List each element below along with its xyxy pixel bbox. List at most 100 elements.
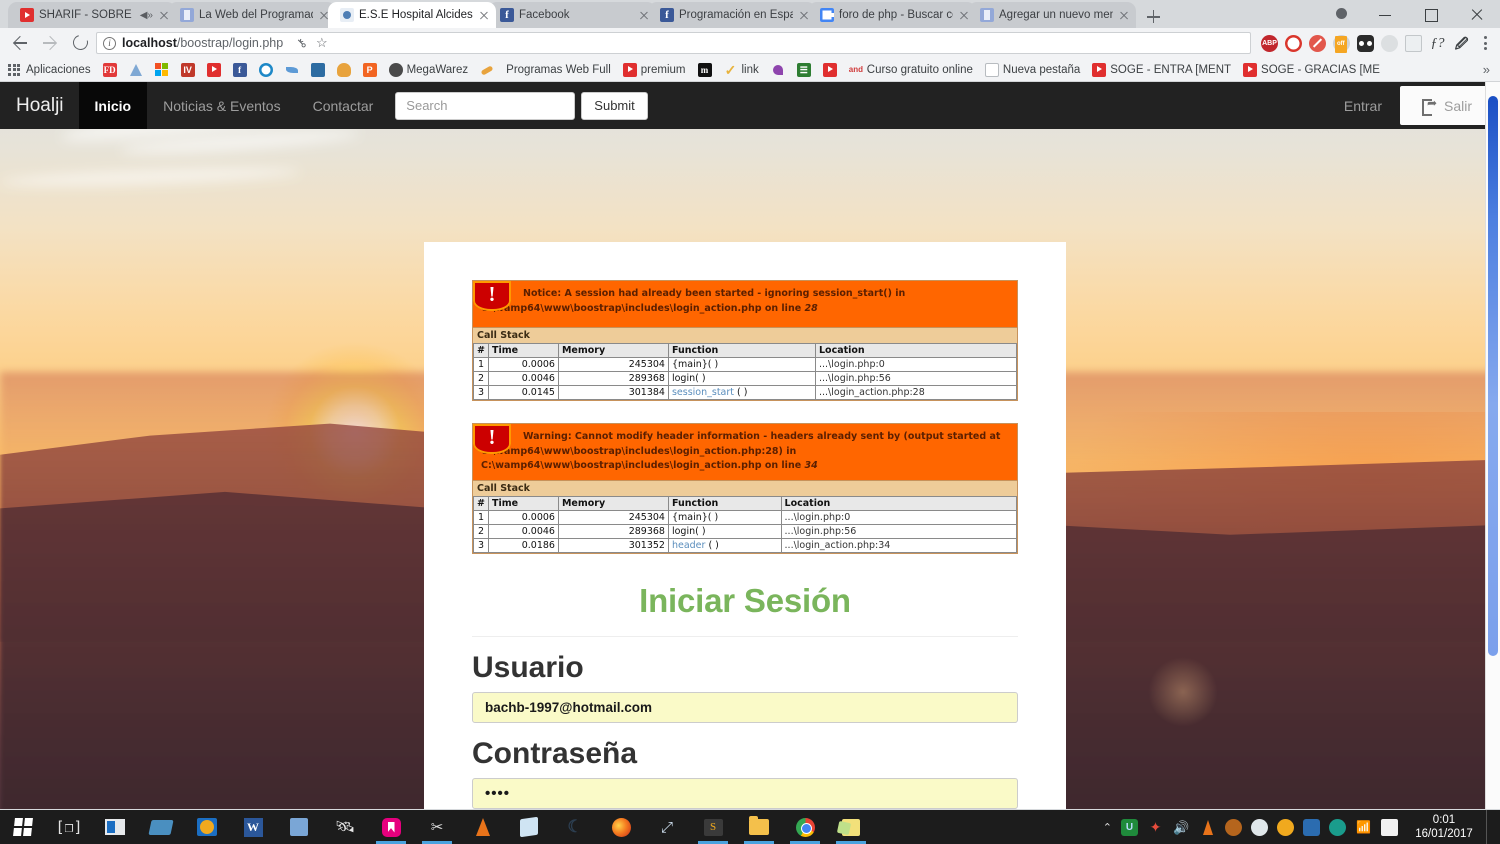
minimize-button[interactable] [1362,0,1408,28]
f-question-icon[interactable]: ƒ? [1429,35,1446,52]
update-icon[interactable] [1277,818,1294,836]
search-submit-button[interactable]: Submit [581,91,648,120]
bookmark-item[interactable] [819,61,841,79]
store-icon[interactable] [92,810,138,844]
blocker-icon[interactable] [1309,34,1326,52]
browser-tab[interactable]: f Programación en Españo [648,2,816,28]
bookmark-item[interactable]: P [359,61,381,79]
bookmarks-overflow-icon[interactable]: » [1483,62,1496,77]
bookmark-soge-gracias[interactable]: SOGE - GRACIAS [ME [1239,61,1384,79]
function-link[interactable]: session_start [672,387,734,398]
paper-app-icon[interactable] [506,810,552,844]
show-desktop-button[interactable] [1486,810,1492,844]
profile-avatar-icon[interactable] [1322,0,1362,28]
eyes-icon[interactable] [1357,34,1374,52]
3d-builder-icon[interactable] [276,810,322,844]
chevron-up-icon[interactable]: ⌃ [1103,821,1112,834]
bookmark-link[interactable]: ✓ link [720,61,763,79]
site-brand[interactable]: Hoalji [0,82,79,129]
pipette-icon[interactable]: 🖉 [1453,35,1470,52]
blue-tray-icon[interactable] [1303,818,1320,836]
scrollbar-thumb[interactable] [1488,96,1498,656]
nav-item-contactar[interactable]: Contactar [297,82,390,129]
browser-tab[interactable]: foro de php - Buscar con [808,2,976,28]
arrows-app-icon[interactable]: ⤢ [644,810,690,844]
browser-tab-active[interactable]: E.S.E Hospital Alcides Jim [328,2,496,28]
bookmark-item[interactable]: IV [177,61,199,79]
bookmark-item[interactable]: FD [99,61,121,79]
vlc-icon[interactable] [460,810,506,844]
cat-off-icon[interactable] [1333,34,1350,53]
bookmark-item[interactable] [307,61,329,79]
browser-tab[interactable]: Agregar un nuevo mensa [968,2,1136,28]
wifi-icon[interactable]: 📶 [1355,819,1372,836]
back-icon[interactable] [6,30,34,56]
globe-icon[interactable] [1251,818,1268,836]
adblock-plus-icon[interactable]: ABP [1261,34,1278,52]
teal-tray-icon[interactable] [1329,818,1346,836]
cloud-icon[interactable] [1225,818,1242,836]
image-icon[interactable] [1405,34,1422,52]
password-key-icon[interactable]: ⚷ [294,35,310,51]
sticky-notes-icon[interactable] [828,810,874,844]
bookmark-item[interactable] [333,61,355,79]
close-window-button[interactable] [1454,0,1500,28]
usuario-input[interactable]: bachb-1997@hotmail.com [472,692,1018,724]
bookmark-programas[interactable]: Programas Web Full [502,62,615,78]
bookmark-item[interactable] [281,61,303,79]
media-player-icon[interactable] [184,810,230,844]
bookmark-item[interactable] [255,61,277,79]
action-center-icon[interactable] [1381,818,1398,836]
opera-vpn-icon[interactable] [1285,34,1302,52]
satellite-icon[interactable]: 🛰 [322,810,368,844]
bookmark-item[interactable] [151,61,173,79]
bookmark-item[interactable]: ☰ [793,61,815,79]
bookmark-curso[interactable]: and Curso gratuito online [845,61,977,79]
nav-item-noticias-eventos[interactable]: Noticias & Eventos [147,82,297,129]
bookmark-nueva-pestana[interactable]: Nueva pestaña [981,61,1084,79]
taskbar-clock[interactable]: 0:01 16/01/2017 [1407,813,1477,842]
contrasena-input[interactable]: •••• [472,778,1018,809]
nav-item-entrar[interactable]: Entrar [1326,82,1400,129]
forward-icon[interactable] [36,30,64,56]
windows-start-icon[interactable] [0,810,46,844]
task-view-icon[interactable]: [❐] [46,810,92,844]
browser-tab[interactable]: SHARIF - SOBRE LOS ◀» [8,2,176,28]
tab-mute-icon[interactable]: ◀» [140,10,153,21]
browser-tab[interactable]: La Web del Programador [168,2,336,28]
browser-tab[interactable]: f Facebook [488,2,656,28]
firefox-icon[interactable] [598,810,644,844]
chrome-icon[interactable] [782,810,828,844]
page-scrollbar[interactable] [1485,82,1500,809]
logout-button[interactable]: Salir [1399,86,1494,125]
bookmark-item[interactable]: f [229,61,251,79]
function-link[interactable]: header [672,540,705,551]
kebab-menu-icon[interactable] [1476,36,1494,50]
utorrent-icon[interactable] [1121,818,1138,836]
bookmark-megawarez[interactable]: MegaWarez [385,61,473,79]
reload-icon[interactable] [66,30,94,56]
bookmark-premium[interactable]: premium [619,61,690,79]
ccleaner-icon[interactable]: ✦ [1147,819,1164,836]
address-bar[interactable]: i localhost/boostrap/login.php ⚷ ☆ [96,32,1251,54]
mail-icon[interactable] [138,810,184,844]
tab-close-icon[interactable] [478,9,490,21]
word-icon[interactable]: W [230,810,276,844]
site-info-icon[interactable]: i [103,36,116,50]
nav-item-inicio[interactable]: Inicio [78,82,148,129]
bookmark-item[interactable] [125,61,147,79]
tab-close-icon[interactable] [1118,9,1130,21]
search-input[interactable]: Search [395,91,576,120]
bookmark-apps[interactable]: Aplicaciones [4,62,95,78]
bookmark-star-icon[interactable]: ☆ [316,35,328,51]
bookmark-item[interactable]: m [694,61,716,79]
bookmark-item[interactable] [476,61,498,79]
eclipse-icon[interactable]: ☾ [552,810,598,844]
sublime-text-icon[interactable]: S [690,810,736,844]
file-explorer-icon[interactable] [736,810,782,844]
vlc-icon[interactable] [1199,819,1216,836]
gray-icon[interactable] [1381,34,1398,52]
bookmark-item[interactable] [203,61,225,79]
bookmark-item[interactable] [767,61,789,79]
maximize-button[interactable] [1408,0,1454,28]
